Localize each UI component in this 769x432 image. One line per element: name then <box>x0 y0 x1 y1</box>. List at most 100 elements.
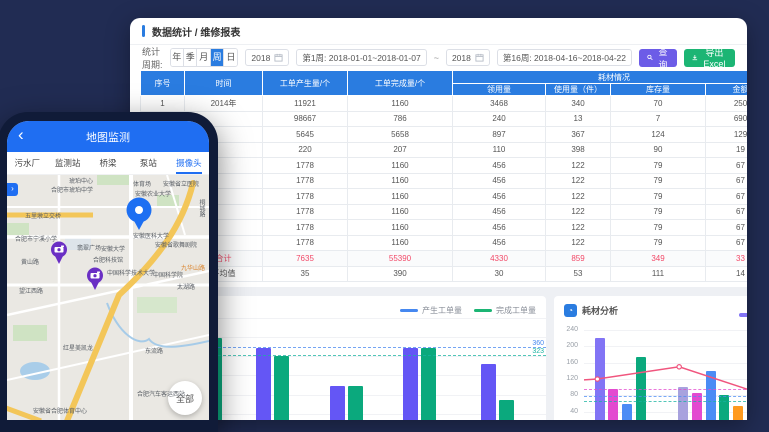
tab-pump-station[interactable]: 泵站 <box>128 152 168 174</box>
table-row: 42202071103989019 <box>141 142 748 158</box>
period-option-day[interactable]: 日 <box>224 49 237 66</box>
bar-generated <box>330 386 345 420</box>
table-cell: 456 <box>453 189 546 205</box>
table-cell: 1160 <box>348 189 453 205</box>
period-label: 统计周期: <box>142 45 163 71</box>
reference-line-label: 360 <box>532 340 544 347</box>
bar-generated <box>403 348 418 420</box>
sub-header-3: 库存量 <box>611 84 706 96</box>
table-cell: 1160 <box>348 173 453 189</box>
bar-completed <box>348 386 363 420</box>
col-header-completed: 工单完成量/个 <box>348 71 453 96</box>
table-cell: 859 <box>546 251 611 267</box>
table-cell: 70 <box>611 96 706 112</box>
phone-header: ‹ 地图监测 <box>7 121 209 152</box>
table-cell: 67 <box>706 204 748 220</box>
period-option-year[interactable]: 年 <box>171 49 184 66</box>
table-cell: 79 <box>611 189 706 205</box>
table-cell: 14 <box>706 266 748 282</box>
legend-item-completed: 完成工单量 <box>474 305 536 316</box>
bar-completed <box>499 400 514 420</box>
consumables-legend-dash <box>739 313 747 317</box>
phone-page-title: 地图监测 <box>86 129 130 145</box>
report-table-wrap: 序号 时间 工单产生量/个 工单完成量/个 耗材情况 领用量 使用量（件） 库存… <box>140 70 747 282</box>
table-cell: 53 <box>546 266 611 282</box>
bar-completed <box>421 348 436 420</box>
table-cell: 129 <box>706 127 748 143</box>
table-cell: 1160 <box>348 204 453 220</box>
table-cell: 456 <box>453 158 546 174</box>
map-label: 安徽省立医院 <box>163 179 199 188</box>
week-end-value: 第16周: 2018-04-16~2018-04-22 <box>503 52 626 64</box>
table-cell: 19 <box>706 142 748 158</box>
download-icon <box>692 53 698 62</box>
table-cell: 340 <box>546 96 611 112</box>
week-start-input[interactable]: 第1周: 2018-01-01~2018-01-07 <box>296 49 426 66</box>
query-button[interactable]: 查询 <box>639 49 677 67</box>
report-table: 序号 时间 工单产生量/个 工单完成量/个 耗材情况 领用量 使用量（件） 库存… <box>140 70 747 282</box>
selected-camera-pin[interactable] <box>125 197 153 236</box>
col-header-time: 时间 <box>185 71 263 96</box>
table-average-row: 平均值35390305311114 <box>141 266 748 282</box>
query-button-label: 查询 <box>657 45 669 71</box>
table-cell: 250 <box>706 96 748 112</box>
map-all-button[interactable]: 全部 <box>168 381 202 415</box>
tab-bridge[interactable]: 桥梁 <box>88 152 128 174</box>
table-cell: 79 <box>611 158 706 174</box>
consumables-bar-plot <box>584 326 747 420</box>
table-cell: 5645 <box>263 127 348 143</box>
legend-label-generated: 产生工单量 <box>422 305 462 316</box>
table-cell: 5658 <box>348 127 453 143</box>
table-cell: 1160 <box>348 96 453 112</box>
year-end-select[interactable]: 2018 <box>446 49 490 66</box>
trend-line-layer <box>584 326 747 420</box>
sub-header-1: 领用量 <box>453 84 546 96</box>
period-option-week[interactable]: 周 <box>211 49 224 66</box>
table-cell: 110 <box>453 142 546 158</box>
table-cell: 349 <box>611 251 706 267</box>
table-cell: 2014年 <box>185 96 263 112</box>
filter-bar: 统计周期: 年 季 月 周 日 2018 第1周: 2018-01-01~201… <box>130 45 747 70</box>
table-cell: 124 <box>611 127 706 143</box>
map-view[interactable]: › 全部 琥珀中心合肥市琥珀中学体育场安徽省立医院安徽农业大学桐城路五里墩立交桥… <box>7 175 209 420</box>
legend-item-generated: 产生工单量 <box>400 305 462 316</box>
table-cell: 897 <box>453 127 546 143</box>
table-cell: 122 <box>546 220 611 236</box>
table-cell: 786 <box>348 111 453 127</box>
year-start-select[interactable]: 2018 <box>245 49 289 66</box>
period-option-month[interactable]: 月 <box>197 49 210 66</box>
tab-sewage-plant[interactable]: 污水厂 <box>7 152 47 174</box>
calendar-icon <box>274 53 283 62</box>
back-arrow-icon[interactable]: ‹ <box>18 125 24 145</box>
table-cell: 1778 <box>263 189 348 205</box>
map-label: 合肥市琥珀中学 <box>51 185 93 194</box>
table-row: 8177811604561227967 <box>141 204 748 220</box>
consumables-chart-head: ◔ 耗材分析 <box>564 304 618 317</box>
tab-monitor-station[interactable]: 监测站 <box>47 152 87 174</box>
table-cell: 11921 <box>263 96 348 112</box>
table-cell: 456 <box>453 220 546 236</box>
table-cell: 1160 <box>348 158 453 174</box>
export-excel-button[interactable]: 导出Excel <box>684 49 735 67</box>
map-label: 黄山路 <box>21 257 39 266</box>
week-end-input[interactable]: 第16周: 2018-04-16~2018-04-22 <box>497 49 632 66</box>
map-expand-button[interactable]: › <box>7 183 18 196</box>
camera-pin[interactable] <box>86 267 104 296</box>
table-cell: 1778 <box>263 235 348 251</box>
table-cell: 79 <box>611 173 706 189</box>
table-cell: 456 <box>453 173 546 189</box>
table-cell: 55390 <box>348 251 453 267</box>
breadcrumb-accent <box>142 25 145 37</box>
table-row: 12014年119211160346834070250 <box>141 96 748 112</box>
period-option-quarter[interactable]: 季 <box>184 49 197 66</box>
table-cell: 98667 <box>263 111 348 127</box>
table-cell: 111 <box>611 266 706 282</box>
bar-generated <box>256 348 271 420</box>
table-cell: 456 <box>453 204 546 220</box>
map-label: 桐城路 <box>197 199 206 217</box>
table-cell: 240 <box>453 111 546 127</box>
camera-pin[interactable] <box>50 241 68 270</box>
consumables-chart-title: 耗材分析 <box>582 304 618 317</box>
table-cell: 456 <box>453 235 546 251</box>
table-row: 356455658897367124129 <box>141 127 748 143</box>
